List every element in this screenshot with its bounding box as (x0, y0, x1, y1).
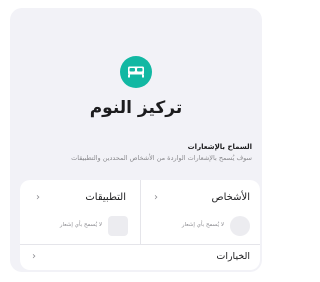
allow-notifications-label: السماح بالإشعارات (187, 143, 252, 151)
chevron-icon: ‹ (32, 251, 36, 262)
chevron-icon: ‹ (154, 192, 158, 203)
people-cell[interactable]: الأشخاص ‹ لا يُسمح بأي إشعار (140, 180, 260, 244)
bed-icon (120, 56, 152, 88)
apps-empty-text: لا يُسمح بأي إشعار (59, 222, 102, 228)
apps-title: التطبيقات (85, 192, 126, 203)
bed-icon-glyph (128, 66, 144, 78)
people-title: الأشخاص (211, 192, 250, 203)
chevron-icon: ‹ (36, 192, 40, 203)
allowed-notifications-card: الأشخاص ‹ لا يُسمح بأي إشعار التطبيقات ‹… (20, 180, 260, 270)
apps-cell[interactable]: التطبيقات ‹ لا يُسمح بأي إشعار (20, 180, 140, 244)
person-avatar-placeholder (230, 216, 250, 236)
focus-settings-panel: تركيز النوم السماح بالإشعارات سوف يُسمح … (10, 8, 262, 272)
app-icon-placeholder (108, 216, 128, 236)
options-row[interactable]: الخيارات ‹ (20, 245, 260, 270)
people-empty-text: لا يُسمح بأي إشعار (181, 222, 224, 228)
column-divider (140, 180, 141, 244)
allow-notifications-description: سوف يُسمح بالإشعارات الواردة من الأشخاص … (71, 154, 252, 162)
focus-title: تركيز النوم (89, 98, 183, 118)
options-label: الخيارات (216, 251, 250, 262)
